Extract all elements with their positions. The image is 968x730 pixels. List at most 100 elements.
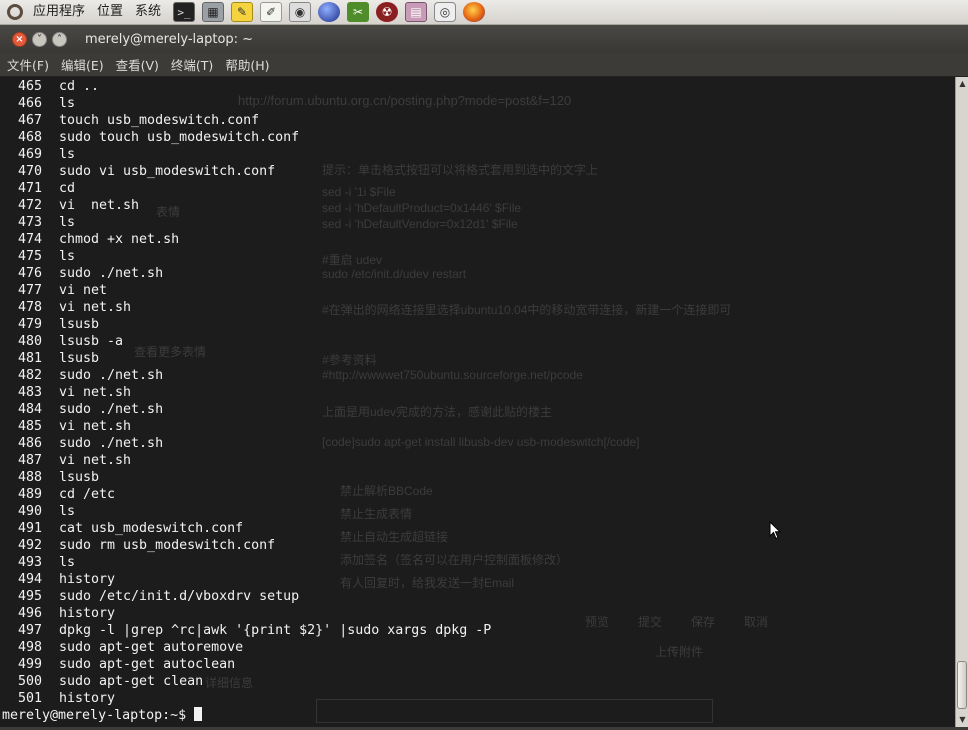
bug-icon[interactable]: ☢	[376, 2, 399, 22]
history-line: 492 sudo rm usb_modeswitch.conf	[2, 537, 491, 554]
history-number: 483	[17, 385, 42, 400]
history-number: 470	[17, 164, 42, 179]
panel-menu-places[interactable]: 位置	[91, 0, 129, 24]
terminal-icon[interactable]: >_	[173, 2, 196, 22]
history-number: 468	[17, 130, 42, 145]
history-number: 467	[17, 113, 42, 128]
history-line: 474 chmod +x net.sh	[2, 231, 491, 248]
scrollbar-thumb[interactable]	[957, 661, 967, 709]
history-line: 468 sudo touch usb_modeswitch.conf	[2, 129, 491, 146]
terminal-output[interactable]: http://forum.ubuntu.org.cn/posting.php?m…	[0, 77, 955, 727]
history-number: 494	[17, 572, 42, 587]
history-line: 475 ls	[2, 248, 491, 265]
bg-button: 预览	[585, 615, 610, 629]
text-cursor	[194, 707, 203, 721]
history-command: ls	[59, 249, 76, 264]
history-command: ls	[59, 504, 76, 519]
disk-icon[interactable]: ▤	[405, 2, 428, 22]
history-line: 495 sudo /etc/init.d/vboxdrv setup	[2, 588, 491, 605]
terminal-scrollbar[interactable]: ▲ ▼	[955, 77, 968, 727]
close-button[interactable]: ×	[12, 31, 27, 47]
history-number: 495	[17, 589, 42, 604]
history-command: cd ..	[59, 79, 100, 94]
history-command: dpkg -l |grep ^rc|awk '{print $2}' |sudo…	[59, 623, 492, 638]
history-number: 476	[17, 266, 42, 281]
history-command: history	[59, 572, 116, 587]
history-line: 485 vi net.sh	[2, 418, 491, 435]
history-command: lsusb	[59, 470, 100, 485]
history-line: 497 dpkg -l |grep ^rc|awk '{print $2}' |s…	[2, 622, 491, 639]
history-number: 500	[17, 674, 42, 689]
history-line: 496 history	[2, 605, 491, 622]
shell-prompt[interactable]: merely@merely-laptop:~$	[2, 707, 203, 723]
history-line: 491 cat usb_modeswitch.conf	[2, 520, 491, 537]
history-line: 479 lsusb	[2, 316, 491, 333]
history-line: 473 ls	[2, 214, 491, 231]
history-line: 480 lsusb -a	[2, 333, 491, 350]
camera-icon[interactable]: ◉	[289, 2, 312, 22]
history-command: vi net.sh	[59, 419, 132, 434]
history-line: 465 cd ..	[2, 78, 491, 95]
history-line: 484 sudo ./net.sh	[2, 401, 491, 418]
history-number: 497	[17, 623, 42, 638]
history-line: 486 sudo ./net.sh	[2, 435, 491, 452]
history-number: 486	[17, 436, 42, 451]
history-command: chmod +x net.sh	[59, 232, 180, 247]
history-number: 474	[17, 232, 42, 247]
history-number: 484	[17, 402, 42, 417]
panel-menu-system[interactable]: 系统	[129, 0, 167, 24]
history-command: sudo ./net.sh	[59, 402, 164, 417]
menu-terminal[interactable]: 终端(T)	[166, 55, 218, 74]
speaker-icon[interactable]: ◎	[434, 2, 457, 22]
history-number: 501	[17, 691, 42, 706]
firefox-icon[interactable]	[463, 2, 486, 22]
history-command: ls	[59, 215, 76, 230]
scroll-down-arrow-icon[interactable]: ▼	[957, 714, 968, 726]
history-number: 480	[17, 334, 42, 349]
history-command: vi net.sh	[59, 198, 140, 213]
ubuntu-logo-icon[interactable]	[7, 4, 23, 20]
history-command: cat usb_modeswitch.conf	[59, 521, 244, 536]
window-titlebar[interactable]: × ˅ ˄ merely@merely-laptop: ~	[0, 25, 968, 53]
history-command: sudo /etc/init.d/vboxdrv setup	[59, 589, 300, 604]
history-number: 466	[17, 96, 42, 111]
tools-icon[interactable]: ✂	[347, 2, 370, 22]
panel-menu-applications[interactable]: 应用程序	[27, 0, 91, 24]
history-command: ls	[59, 555, 76, 570]
bg-button: 保存	[691, 615, 716, 629]
history-number: 479	[17, 317, 42, 332]
history-command: vi net	[59, 283, 108, 298]
history-number: 491	[17, 521, 42, 536]
scroll-up-arrow-icon[interactable]: ▲	[957, 78, 968, 90]
history-line: 466 ls	[2, 95, 491, 112]
notes-icon[interactable]: ✎	[231, 2, 254, 22]
history-number: 473	[17, 215, 42, 230]
menu-edit[interactable]: 编辑(E)	[56, 55, 109, 74]
history-command: sudo rm usb_modeswitch.conf	[59, 538, 276, 553]
history-number: 487	[17, 453, 42, 468]
menu-view[interactable]: 查看(V)	[111, 55, 164, 74]
globe-icon[interactable]	[318, 2, 341, 22]
minimize-button[interactable]: ˅	[32, 31, 47, 47]
menu-help[interactable]: 帮助(H)	[220, 55, 274, 74]
history-command: sudo apt-get autoclean	[59, 657, 236, 672]
bg-button: 提交	[638, 615, 663, 629]
history-line: 493 ls	[2, 554, 491, 571]
history-line: 471 cd	[2, 180, 491, 197]
history-number: 489	[17, 487, 42, 502]
window-title: merely@merely-laptop: ~	[85, 31, 254, 47]
history-command: ls	[59, 96, 76, 111]
history-line: 472 vi net.sh	[2, 197, 491, 214]
history-line: 467 touch usb_modeswitch.conf	[2, 112, 491, 129]
history-line: 490 ls	[2, 503, 491, 520]
calculator-icon[interactable]: ▦	[202, 2, 225, 22]
history-line: 481 lsusb	[2, 350, 491, 367]
panel-launchers: >_ ▦ ✎ ✐ ◉ ✂ ☢ ▤ ◎	[173, 2, 486, 22]
text-editor-icon[interactable]: ✐	[260, 2, 283, 22]
history-number: 496	[17, 606, 42, 621]
history-command: sudo ./net.sh	[59, 266, 164, 281]
history-line: 470 sudo vi usb_modeswitch.conf	[2, 163, 491, 180]
menu-file[interactable]: 文件(F)	[2, 55, 54, 74]
maximize-button[interactable]: ˄	[52, 31, 67, 47]
history-command: lsusb	[59, 317, 100, 332]
